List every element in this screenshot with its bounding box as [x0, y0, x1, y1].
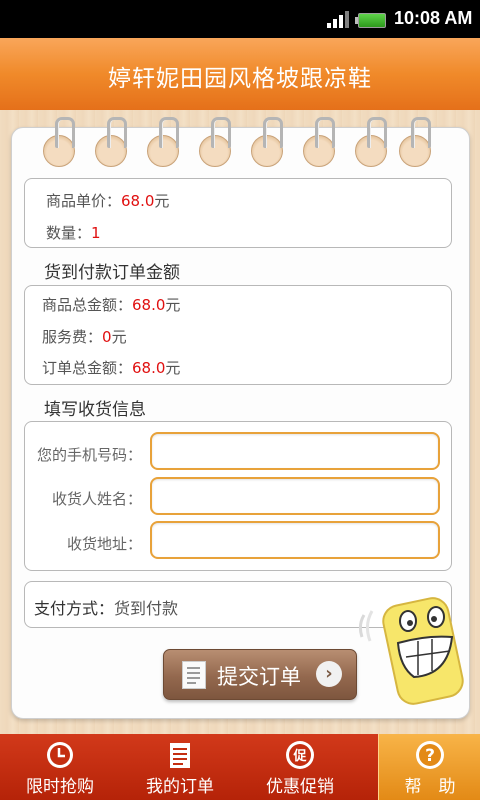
- title-bar: 婷轩妮田园风格坡跟凉鞋: [0, 38, 480, 110]
- clock-icon: [47, 742, 73, 768]
- submit-order-label: 提交订单: [217, 665, 301, 689]
- unit-price-label: 商品单价：: [46, 192, 122, 210]
- quantity-value: 1: [91, 224, 101, 242]
- goods-total-value: 68.0: [132, 296, 166, 314]
- shipping-heading: 填写收货信息: [44, 400, 146, 420]
- tab-flash-sale[interactable]: 限时抢购: [0, 734, 120, 800]
- order-total-unit: 元: [165, 359, 181, 377]
- order-total-row: 订单总金额：68.0元: [42, 357, 180, 378]
- phone-label: 您的手机号码：: [36, 446, 142, 464]
- payment-label: 支付方式：: [34, 599, 115, 618]
- bottom-tab-bar: 限时抢购 我的订单 促 优惠促销 ? 帮 助: [0, 734, 480, 800]
- service-fee-label: 服务费：: [42, 328, 103, 346]
- page-title: 婷轩妮田园风格坡跟凉鞋: [108, 66, 372, 92]
- address-field[interactable]: [150, 521, 440, 559]
- address-label: 收货地址：: [66, 535, 142, 553]
- order-total-label: 订单总金额：: [42, 359, 133, 377]
- binder-ring-icon: [94, 117, 127, 167]
- binder-ring-icon: [302, 117, 335, 167]
- tab-label: 帮 助: [404, 777, 456, 797]
- goods-total-label: 商品总金额：: [42, 296, 133, 314]
- tab-label: 我的订单: [146, 777, 214, 797]
- payment-row: 支付方式：货到付款: [34, 595, 178, 619]
- name-label: 收货人姓名：: [51, 490, 142, 508]
- binder-ring-icon: [42, 117, 75, 167]
- service-fee-row: 服务费：0元: [42, 326, 127, 347]
- svg-text:?: ?: [425, 746, 435, 766]
- tab-promotions[interactable]: 促 优惠促销: [240, 734, 360, 800]
- edit-document-icon: [182, 661, 206, 689]
- service-fee-unit: 元: [111, 328, 127, 346]
- goods-total-unit: 元: [165, 296, 181, 314]
- battery-icon: [355, 13, 386, 28]
- smiling-phone-mascot-icon: [358, 597, 464, 705]
- cod-heading: 货到付款订单金额: [44, 263, 180, 283]
- tab-label: 限时抢购: [26, 777, 94, 797]
- tab-my-orders[interactable]: 我的订单: [120, 734, 240, 800]
- submit-order-button[interactable]: 提交订单 ›: [163, 649, 357, 700]
- unit-price-row: 商品单价：68.0元: [46, 190, 169, 211]
- signal-icon: [327, 10, 349, 28]
- order-list-icon: [170, 743, 190, 768]
- arrow-right-icon: ›: [316, 661, 342, 687]
- status-time: 10:08 AM: [394, 8, 473, 28]
- tab-label: 优惠促销: [266, 777, 334, 797]
- payment-value: 货到付款: [114, 599, 179, 618]
- binder-ring-icon: [198, 117, 231, 167]
- quantity-label: 数量：: [46, 224, 92, 242]
- goods-total-row: 商品总金额：68.0元: [42, 294, 180, 315]
- promo-icon: 促: [286, 741, 314, 769]
- recipient-name-field[interactable]: [150, 477, 440, 515]
- phone-field[interactable]: [150, 432, 440, 470]
- binder-ring-icon: [250, 117, 283, 167]
- tab-help[interactable]: ? 帮 助: [378, 734, 480, 800]
- unit-price-value: 68.0: [121, 192, 155, 210]
- service-fee-value: 0: [102, 328, 112, 346]
- binder-ring-icon: [146, 117, 179, 167]
- help-icon: ?: [416, 741, 444, 769]
- binder-ring-icon: [354, 117, 387, 167]
- status-bar: 10:08 AM: [0, 0, 480, 38]
- quantity-row: 数量：1: [46, 222, 101, 243]
- svg-text:促: 促: [292, 748, 307, 764]
- order-total-value: 68.0: [132, 359, 166, 377]
- unit-price-unit: 元: [154, 192, 170, 210]
- binder-ring-icon: [398, 117, 431, 167]
